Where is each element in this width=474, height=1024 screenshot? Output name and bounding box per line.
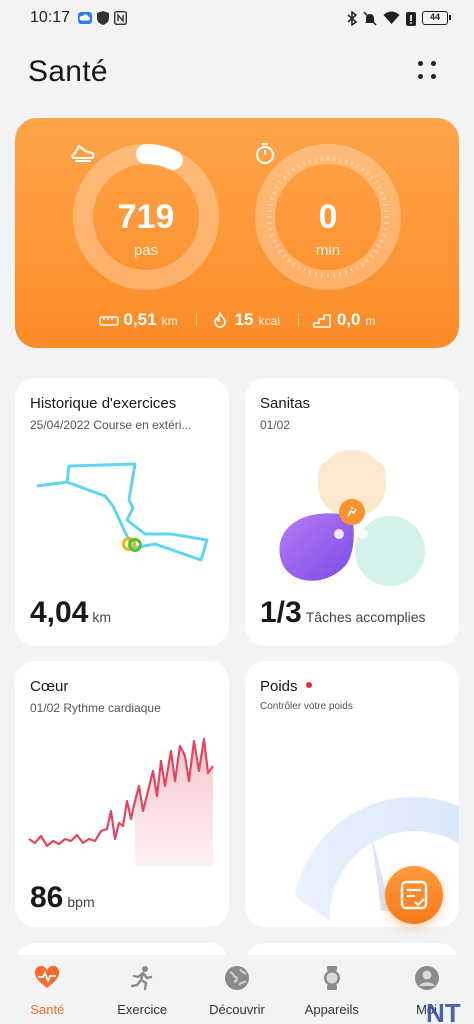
weight-card-subtitle: Contrôler votre poids (260, 701, 353, 712)
status-time: 10:17 (30, 9, 71, 26)
exercise-distance-value: 4,04 (30, 596, 89, 629)
heart-card[interactable]: Cœur 01/02 Rythme cardiaque 86 bpm (15, 661, 229, 927)
distance-unit: km (161, 314, 178, 328)
calories-value: 15 (234, 310, 254, 329)
nav-tab-sante[interactable]: Santé (1, 965, 93, 1017)
more-options-button[interactable] (418, 61, 440, 83)
status-bar: 10:17 44 (0, 0, 474, 36)
watermark-logo: NT (424, 998, 474, 1024)
floors-unit: m (365, 314, 376, 328)
heart-rate-value: 86 (30, 881, 64, 914)
heart-card-title: Cœur (30, 678, 69, 695)
tasks-petal-chart (279, 450, 425, 586)
watch-icon (323, 966, 340, 990)
active-minutes-ring: 0 min (253, 142, 403, 292)
minutes-unit: min (315, 242, 341, 259)
floors-stat: 0,0 m (290, 310, 376, 330)
weight-card-title-text: Poids (260, 678, 298, 695)
ring-tick (321, 272, 323, 278)
exercise-card-subtitle: 25/04/2022 Course en extéri... (30, 418, 192, 432)
nav-tab-exercice[interactable]: Exercice (96, 965, 188, 1017)
wifi-icon (383, 11, 400, 24)
heart-card-subtitle: 01/02 Rythme cardiaque (30, 701, 161, 715)
flame-icon (213, 312, 226, 328)
stairs-icon (313, 314, 331, 328)
exercise-card-title: Historique d'exercices (30, 395, 177, 412)
divider (297, 313, 299, 327)
heart-rate-sparkline (28, 737, 214, 866)
alert-battery-icon (406, 11, 416, 26)
bluetooth-icon (347, 10, 357, 26)
sanitas-card-subtitle: 01/02 (260, 418, 291, 432)
steps-value: 719 (117, 198, 175, 236)
nav-label-exercice: Exercice (117, 1002, 168, 1017)
shield-icon (97, 11, 110, 25)
checklist-icon (400, 880, 428, 910)
activity-stats-row: 0,51 km 15 kcal 0,0 m (15, 310, 459, 330)
exercise-distance: 4,04 km (30, 596, 111, 630)
battery-indicator: 44 (422, 11, 451, 25)
shoe-icon (71, 145, 95, 162)
status-left-icons (78, 11, 128, 25)
ring-tick (333, 156, 335, 162)
heart-rate-unit: bpm (67, 894, 95, 910)
ring-tick (321, 156, 323, 162)
profile-icon (414, 966, 439, 990)
nfc-icon (114, 11, 128, 25)
nav-tab-decouvrir[interactable]: Découvrir (191, 965, 283, 1017)
nav-label-appareils: Appareils (304, 1002, 359, 1017)
nt-logo: NT (426, 998, 461, 1024)
bottom-navigation: Santé Exercice Découvrir Appareils Moi (0, 955, 474, 1024)
runner-icon (130, 966, 153, 991)
weight-card-title: Poids (260, 678, 312, 695)
heart-rate: 86 bpm (30, 881, 95, 915)
activity-rings-card[interactable]: 719 pas 0 min 0,51 km 15 kcal 0,0 m (15, 118, 459, 348)
add-record-button[interactable] (385, 866, 443, 924)
dot-icon (418, 74, 423, 79)
distance-value: 0,51 (123, 310, 157, 329)
dot-icon (431, 61, 436, 66)
cloud-icon (78, 12, 93, 24)
sanitas-tasks: 1/3 Tâches accomplies (260, 596, 426, 630)
heart-pulse-icon (35, 965, 60, 988)
nav-label-decouvrir: Découvrir (209, 1002, 265, 1017)
stopwatch-icon (256, 143, 274, 164)
ruler-icon (98, 316, 119, 326)
globe-icon (224, 966, 249, 990)
mute-bell-icon (363, 10, 377, 26)
status-right-icons: 44 (347, 10, 451, 26)
sanitas-tasks-value: 1/3 (260, 596, 302, 629)
sanitas-card[interactable]: Sanitas 01/02 1/3 Tâches accomplies (245, 378, 459, 646)
divider (195, 313, 197, 327)
dot-icon (418, 61, 423, 66)
ring-tick (333, 272, 335, 278)
dot-icon (431, 74, 436, 79)
sanitas-tasks-label: Tâches accomplies (305, 609, 426, 625)
exercise-history-card[interactable]: Historique d'exercices 25/04/2022 Course… (15, 378, 229, 646)
distance-stat: 0,51 km (98, 310, 178, 330)
steps-unit: pas (133, 242, 159, 259)
exercise-distance-unit: km (92, 609, 112, 625)
svg-text:NT: NT (426, 998, 461, 1024)
steps-ring: 719 pas (71, 142, 221, 292)
calories-unit: kcal (258, 314, 280, 328)
nav-label-sante: Santé (30, 1002, 65, 1017)
page-title: Santé (28, 55, 108, 88)
sanitas-card-title: Sanitas (260, 395, 311, 412)
nav-tab-appareils[interactable]: Appareils (286, 965, 378, 1017)
minutes-value: 0 (318, 198, 338, 236)
new-dot-badge (305, 682, 312, 688)
page-header: Santé (28, 55, 448, 95)
floors-value: 0,0 (336, 310, 361, 329)
route-map (36, 462, 209, 562)
calories-stat: 15 kcal (188, 310, 280, 330)
